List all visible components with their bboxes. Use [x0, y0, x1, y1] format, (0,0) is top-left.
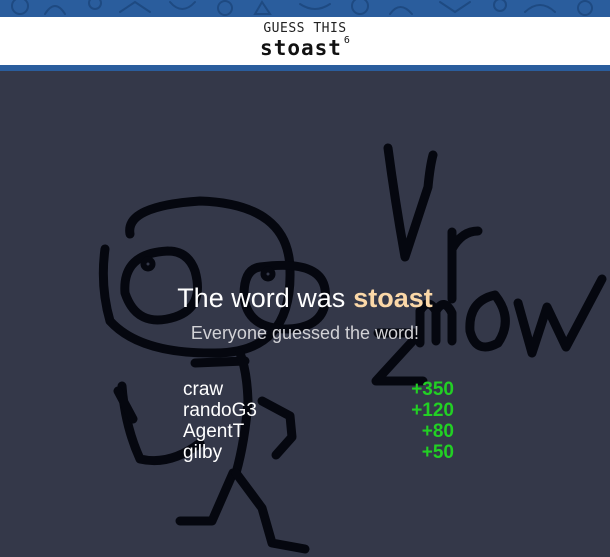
- round-result-subtitle: Everyone guessed the word!: [190, 323, 420, 343]
- word-reveal-prefix: The word was: [177, 283, 346, 313]
- revealed-word: stoast: [353, 283, 433, 313]
- score-list: craw +350 randoG3 +120 AgentT +80 gilby …: [183, 379, 454, 463]
- word-reveal: The word was stoast: [0, 283, 610, 314]
- word-display: stoast 6: [0, 35, 610, 60]
- score-row: craw +350: [183, 379, 454, 400]
- word-length-count: 6: [343, 35, 350, 46]
- player-points: +350: [411, 379, 454, 400]
- player-points: +80: [421, 421, 454, 442]
- player-points: +120: [411, 400, 454, 421]
- player-points: +50: [421, 442, 454, 463]
- score-row: gilby +50: [183, 442, 454, 463]
- player-name: gilby: [183, 442, 223, 463]
- guess-this-label: GUESS THIS: [263, 21, 347, 36]
- doodle-pattern: [11, 0, 593, 16]
- word-hint-bar: GUESS THIS stoast 6: [0, 17, 610, 65]
- player-name: AgentT: [183, 421, 245, 442]
- header-pattern-strip: [0, 0, 610, 17]
- round-result-overlay: The word was stoast Everyone guessed the …: [0, 71, 610, 557]
- score-row: AgentT +80: [183, 421, 454, 442]
- player-name: randoG3: [183, 400, 257, 421]
- score-row: randoG3 +120: [183, 400, 454, 421]
- drawing-canvas[interactable]: The word was stoast Everyone guessed the …: [0, 71, 610, 557]
- player-name: craw: [183, 379, 224, 400]
- current-word: stoast: [260, 36, 342, 60]
